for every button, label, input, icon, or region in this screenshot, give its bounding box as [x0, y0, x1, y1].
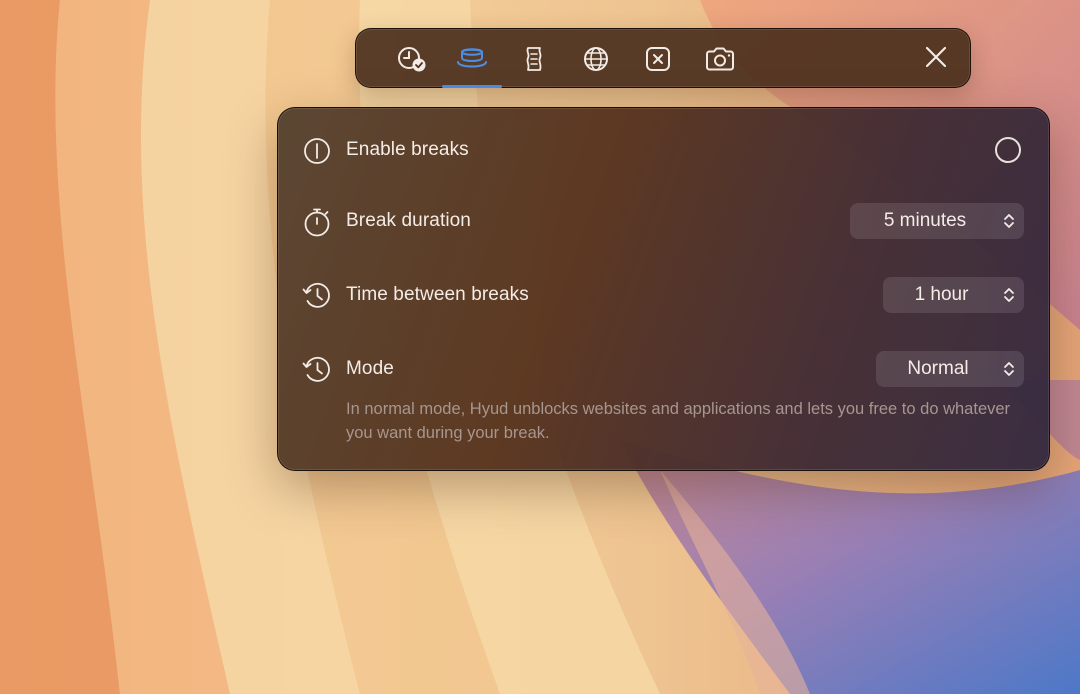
history-icon: [302, 355, 332, 385]
mode-label: Mode: [346, 358, 394, 379]
camera-icon: [704, 46, 736, 72]
breaks-settings-panel: Enable breaks Break duration 5 minutes T…: [277, 107, 1050, 471]
break-duration-value: 5 minutes: [883, 210, 967, 231]
enable-breaks-label: Enable breaks: [346, 139, 469, 160]
break-duration-label: Break duration: [346, 210, 471, 231]
coffee-cup-icon: [455, 46, 489, 72]
tab-apps[interactable]: [628, 29, 688, 89]
scroll-icon: [522, 45, 546, 73]
stopwatch-icon: [302, 207, 332, 237]
close-button[interactable]: [906, 29, 966, 89]
tab-schedule[interactable]: [382, 29, 442, 89]
enable-breaks-toggle[interactable]: [995, 137, 1021, 163]
time-between-breaks-select[interactable]: 1 hour: [883, 277, 1024, 313]
updown-chevron-icon: [994, 212, 1024, 230]
break-duration-select[interactable]: 5 minutes: [850, 203, 1024, 239]
tab-breaks[interactable]: [442, 29, 502, 89]
time-between-breaks-row: Time between breaks 1 hour: [278, 275, 1051, 315]
mode-value: Normal: [907, 358, 969, 379]
power-icon: [302, 136, 332, 166]
time-between-breaks-value: 1 hour: [914, 284, 969, 305]
x-square-icon: [645, 46, 671, 72]
updown-chevron-icon: [994, 360, 1024, 378]
break-duration-row: Break duration 5 minutes: [278, 201, 1051, 241]
time-between-breaks-label: Time between breaks: [346, 284, 529, 305]
history-icon: [302, 281, 332, 311]
top-toolbar: [355, 28, 971, 88]
tab-screenshot[interactable]: [690, 29, 750, 89]
enable-breaks-row: Enable breaks: [278, 130, 1051, 170]
globe-icon: [582, 45, 610, 73]
tab-rules[interactable]: [504, 29, 564, 89]
clock-check-icon: [396, 45, 428, 73]
active-tab-indicator: [442, 85, 502, 88]
mode-select[interactable]: Normal: [876, 351, 1024, 387]
tab-websites[interactable]: [566, 29, 626, 89]
mode-row: Mode Normal: [278, 349, 1051, 389]
updown-chevron-icon: [994, 286, 1024, 304]
mode-description: In normal mode, Hyud unblocks websites a…: [346, 400, 1011, 442]
close-icon: [924, 45, 948, 74]
